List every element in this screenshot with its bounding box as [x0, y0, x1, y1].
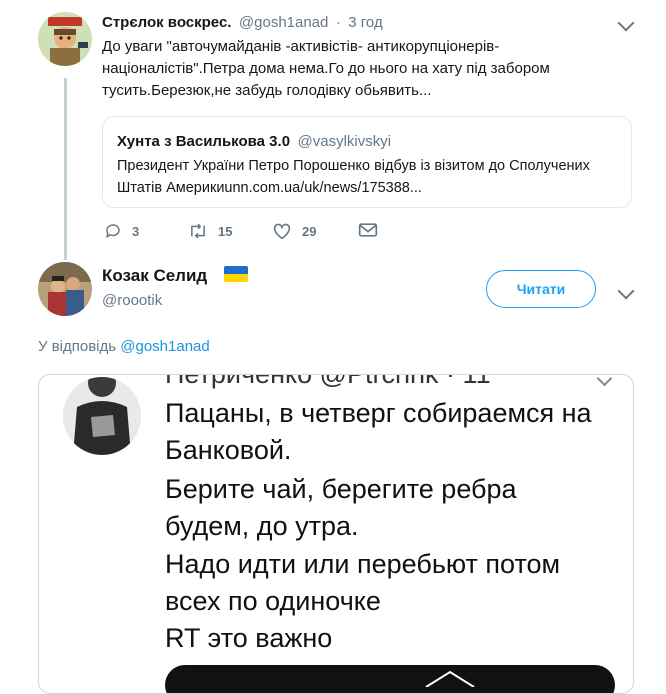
retweet-count: 15	[218, 223, 233, 239]
quoted-author-name: Хунта з Василькова 3.0	[117, 133, 291, 150]
tweet1-avatar[interactable]	[38, 12, 92, 66]
quoted-tweet-card[interactable]: Хунта з Василькова 3.0 @vasylkivskyi Пре…	[102, 116, 632, 208]
retweet-icon	[191, 223, 205, 239]
quoted-handle: @vasylkivskyi	[297, 133, 392, 150]
attached-screenshot-image[interactable]: Петриченко @Ptrchnk · 11 Пацаны, в четве…	[38, 374, 634, 694]
tweet1-author-name[interactable]: Стрєлок воскрес.	[102, 14, 231, 31]
image-text-line: Надо идти или перебьют потом	[165, 549, 561, 579]
reply-icon	[106, 224, 120, 238]
reply-count: 3	[132, 223, 140, 239]
tweet1-timestamp[interactable]: 3 год	[348, 14, 382, 31]
image-text-line: RT это важно	[165, 623, 333, 653]
tweet1-text-line: тусить.Березюк,не забудь голодівку обьяв…	[102, 82, 432, 99]
tweet1-text-line: націоналістів".Петра дома нема.Го до ньо…	[102, 60, 550, 77]
reply-context-handle-link[interactable]: @gosh1anad	[120, 338, 209, 355]
tweet2-author-name[interactable]: Козак Селид	[102, 266, 207, 286]
image-partial-header: Петриченко @Ptrchnk · 11	[165, 374, 491, 389]
reply-context-prefix: У відповідь	[38, 338, 117, 355]
ukraine-flag-icon	[224, 266, 248, 282]
quoted-text-line: Президент України Петро Порошенко відбув…	[117, 158, 590, 174]
image-chevron-down-icon	[596, 375, 613, 387]
quoted-text-line: Штатів Америкиunn.com.ua/uk/news/175388.…	[117, 180, 422, 196]
image-text-line: Берите чай, берегите ребра	[165, 474, 517, 504]
thread-connector-line	[64, 78, 67, 260]
image-profile-avatar	[63, 377, 141, 455]
image-text-line: Банковой.	[165, 435, 292, 465]
quoted-tweet-header: Хунта з Василькова 3.0 @vasylkivskyi	[117, 133, 391, 151]
image-house-outline-icon	[425, 670, 475, 687]
cossack-avatar-icon	[38, 262, 92, 316]
heart-icon	[273, 223, 291, 240]
like-count: 29	[302, 223, 317, 239]
image-text-line: всех по одиночке	[165, 586, 381, 616]
image-text-line: будем, до утра.	[165, 511, 359, 541]
quoted-tweet-text: Президент України Петро Порошенко відбув…	[117, 155, 627, 199]
tweet1-text-line: До уваги "авточумайданів -активістів- ан…	[102, 38, 500, 55]
cartoon-avatar-icon	[38, 12, 92, 66]
retweet-button[interactable]: 15	[188, 222, 232, 240]
tweet1-more-chevron-down-icon[interactable]	[617, 14, 635, 32]
tweet1-handle[interactable]: @gosh1anad	[239, 14, 328, 31]
reply-context: У відповідь @gosh1anad	[38, 338, 210, 355]
image-text-line: Пацаны, в четверг собираемся на	[165, 398, 592, 428]
tweet2-more-chevron-down-icon[interactable]	[617, 282, 635, 300]
tweet1-separator: ·	[335, 14, 341, 31]
like-button[interactable]: 29	[272, 222, 316, 240]
tshirt-person-icon	[63, 377, 141, 455]
tweet1-header: Стрєлок воскрес. @gosh1anad · 3 год	[102, 14, 383, 32]
envelope-icon	[358, 223, 378, 237]
direct-message-button[interactable]	[358, 222, 388, 238]
reply-button[interactable]: 3	[104, 222, 139, 240]
follow-button[interactable]: Читати	[486, 270, 596, 308]
tweet2-avatar[interactable]	[38, 262, 92, 316]
tweet2-handle[interactable]: @roootik	[102, 292, 162, 309]
tweet1-text: До уваги "авточумайданів -активістів- ан…	[102, 36, 642, 102]
